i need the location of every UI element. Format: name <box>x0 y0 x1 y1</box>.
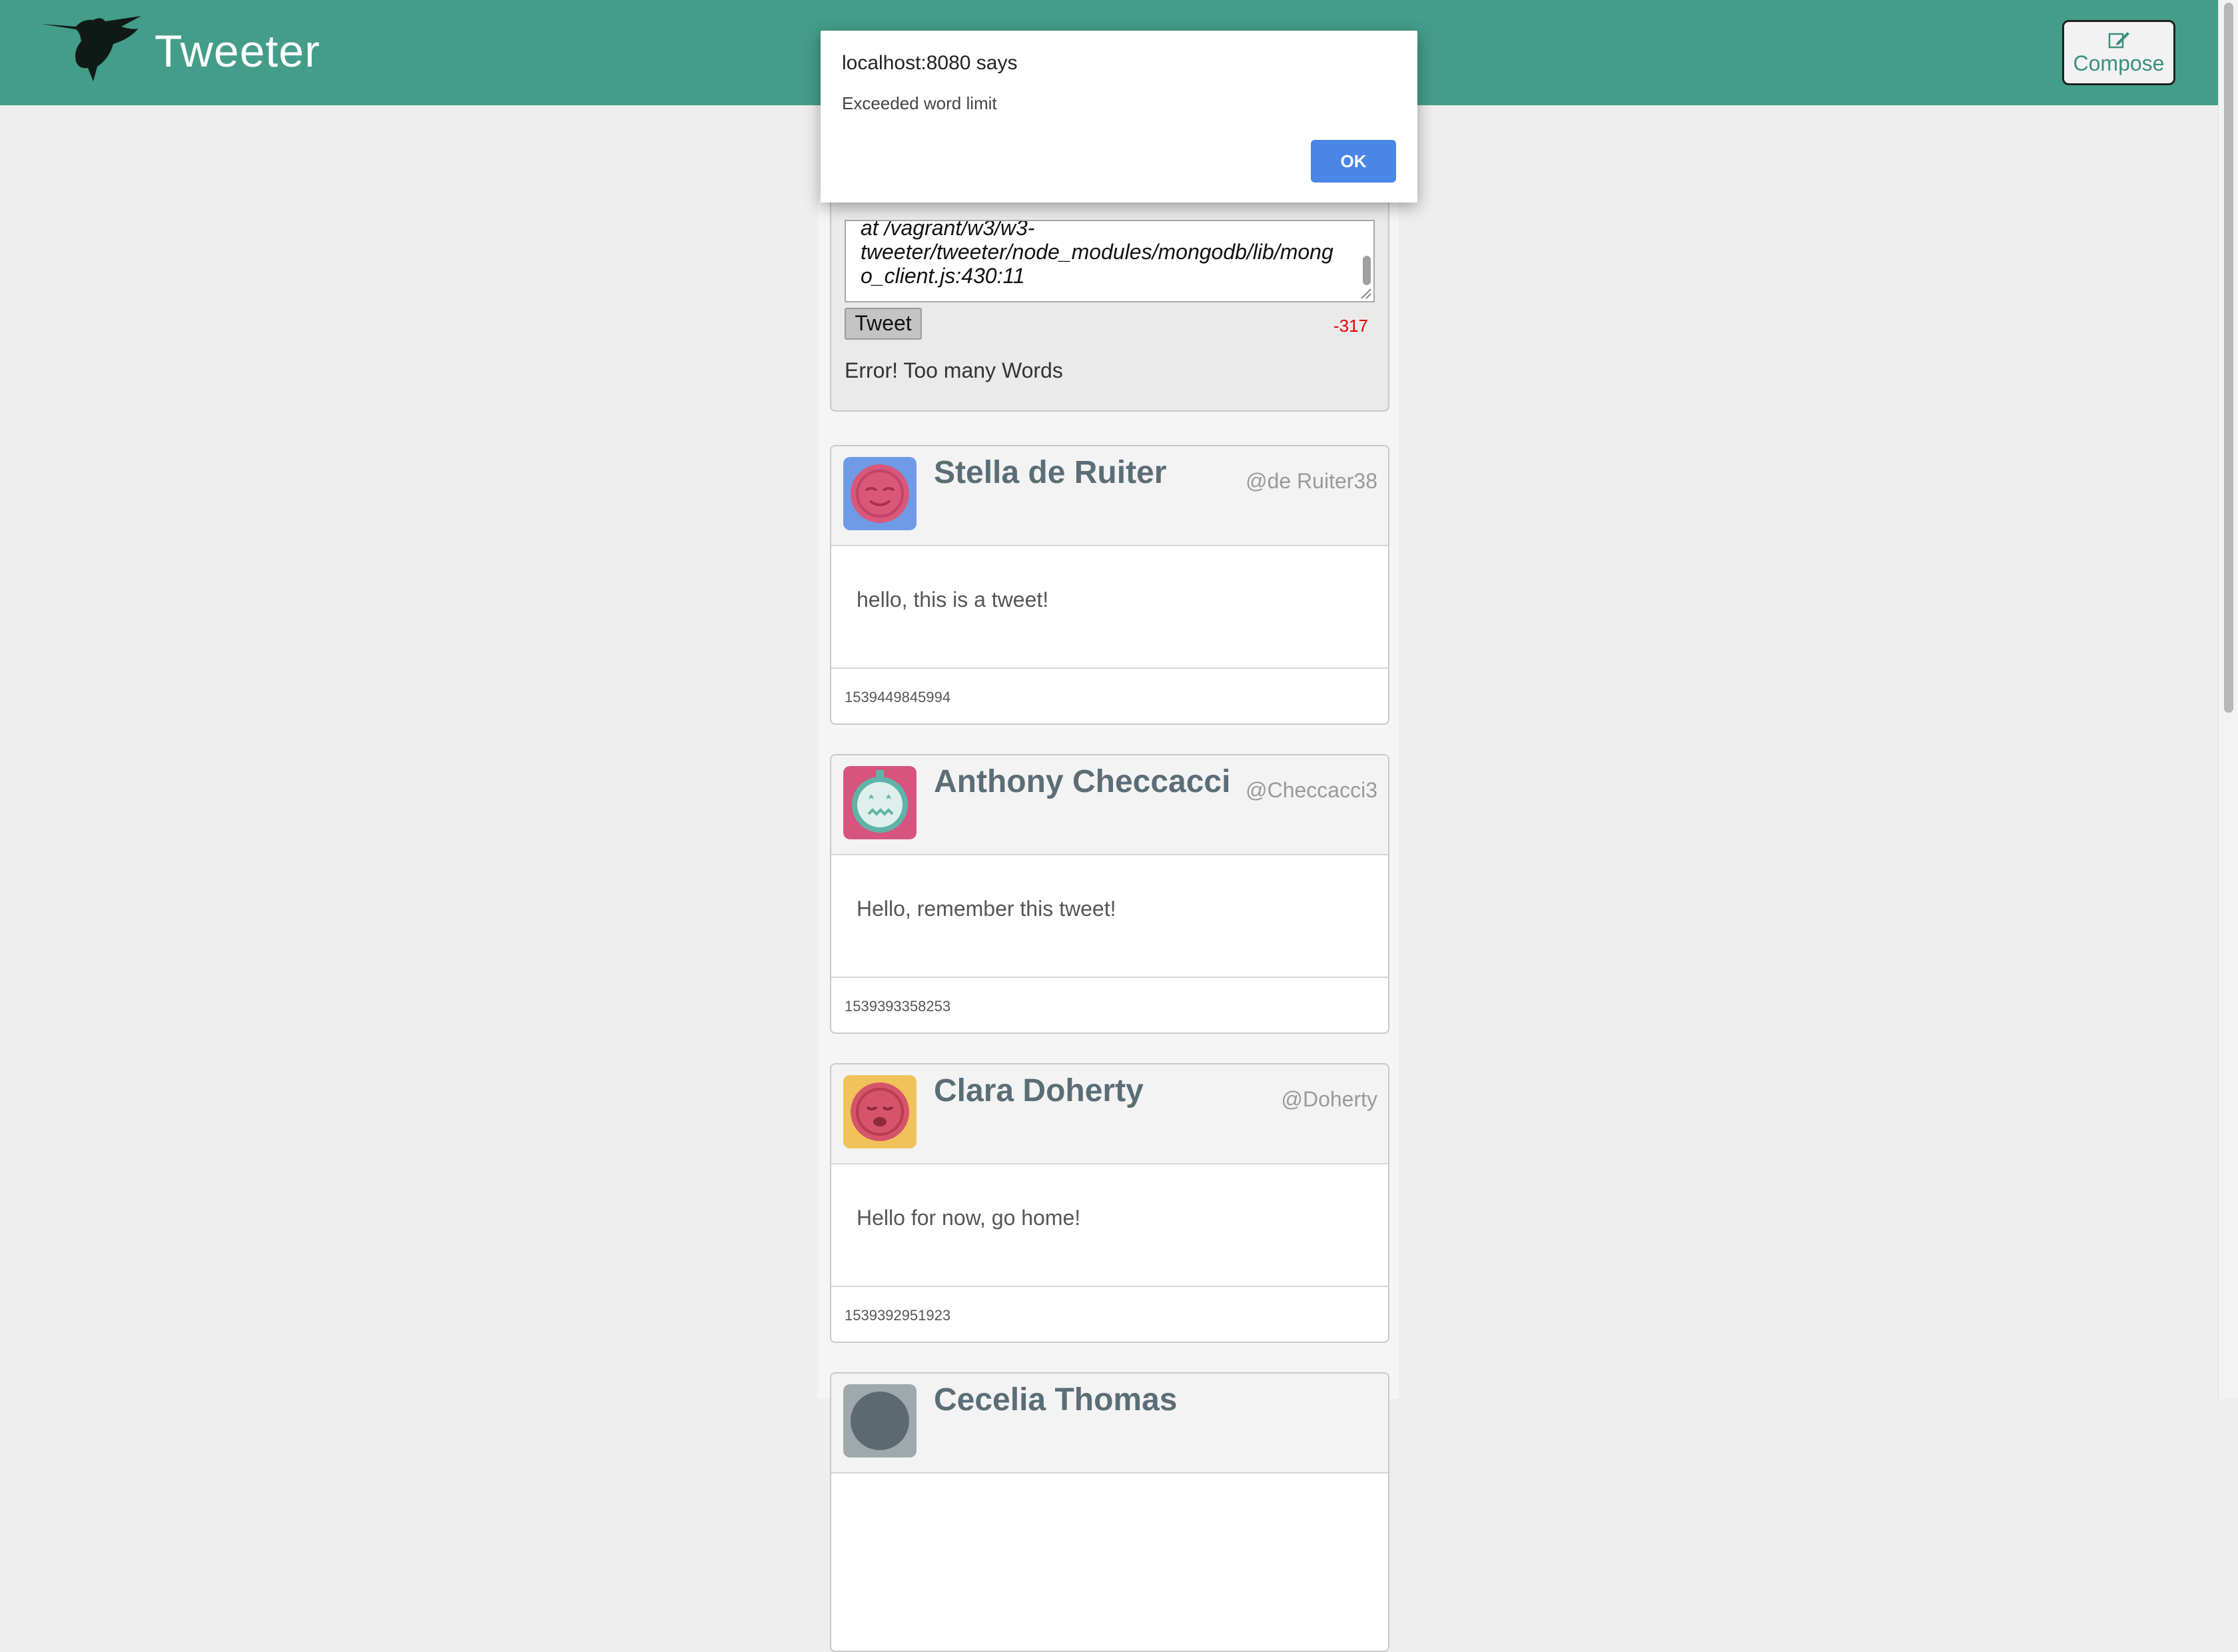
new-tweet-form: at /vagrant/w3/w3- tweeter/tweeter/node_… <box>830 173 1389 412</box>
tweet-author-handle: @Checcacci3 <box>1246 778 1377 802</box>
hummingbird-logo-icon <box>41 16 141 81</box>
alert-dialog: localhost:8080 says Exceeded word limit … <box>821 31 1417 203</box>
edit-icon <box>2108 32 2129 49</box>
tweet-timestamp: 1539449845994 <box>845 689 951 705</box>
tweet-footer: 1539392951923 <box>831 1286 1388 1342</box>
tweet-header: Cecelia Thomas <box>831 1374 1388 1473</box>
tweet-header: Anthony Checcacci @Checcacci3 <box>831 755 1388 855</box>
tweet-header: Stella de Ruiter @de Ruiter38 <box>831 446 1388 546</box>
error-message: Error! Too many Words <box>845 358 1063 382</box>
tweet-content: Hello, remember this tweet! <box>857 897 1116 921</box>
textarea-scrollbar[interactable] <box>1363 256 1371 285</box>
avatar <box>843 1075 917 1148</box>
avatar <box>843 1384 917 1457</box>
tweet-header: Clara Doherty @Doherty <box>831 1064 1388 1164</box>
tweet-timestamp: 1539392951923 <box>845 1307 951 1324</box>
compose-button[interactable]: Compose <box>2062 20 2175 85</box>
tweet-submit-button[interactable]: Tweet <box>845 308 922 340</box>
tweet-author-handle: @de Ruiter38 <box>1246 469 1377 493</box>
tweet-card: Anthony Checcacci @Checcacci3 Hello, rem… <box>830 754 1389 1034</box>
page-scrollbar-thumb[interactable] <box>2224 3 2233 713</box>
avatar <box>843 766 917 839</box>
resize-handle-icon[interactable] <box>1359 286 1372 300</box>
dialog-title: localhost:8080 says <box>842 52 1018 74</box>
tweet-footer: 1539393358253 <box>831 977 1388 1032</box>
tweet-textarea[interactable]: at /vagrant/w3/w3- tweeter/tweeter/node_… <box>845 220 1375 302</box>
tweet-author-name: Anthony Checcacci <box>934 764 1231 799</box>
tweet-content: hello, this is a tweet! <box>857 588 1049 612</box>
tweet-footer: 1539449845994 <box>831 667 1388 723</box>
tweet-card: Cecelia Thomas <box>830 1372 1389 1652</box>
tweet-author-name: Clara Doherty <box>934 1073 1144 1108</box>
tweet-content: Hello for now, go home! <box>857 1206 1081 1230</box>
tweet-author-name: Cecelia Thomas <box>934 1382 1178 1418</box>
brand-title: Tweeter <box>155 26 320 77</box>
page-scrollbar[interactable] <box>2218 0 2238 1399</box>
dialog-message: Exceeded word limit <box>842 93 997 113</box>
tweet-timestamp: 1539393358253 <box>845 998 951 1015</box>
dialog-ok-button[interactable]: OK <box>1311 140 1396 183</box>
tweet-author-handle: @Doherty <box>1281 1087 1377 1111</box>
tweet-card: Clara Doherty @Doherty Hello for now, go… <box>830 1063 1389 1343</box>
char-counter: -317 <box>1333 316 1368 336</box>
tweet-textarea-text: at /vagrant/w3/w3- tweeter/tweeter/node_… <box>861 220 1333 288</box>
compose-label: Compose <box>2073 51 2165 75</box>
tweet-card: Stella de Ruiter @de Ruiter38 hello, thi… <box>830 445 1389 725</box>
avatar <box>843 457 917 530</box>
tweet-author-name: Stella de Ruiter <box>934 455 1167 490</box>
